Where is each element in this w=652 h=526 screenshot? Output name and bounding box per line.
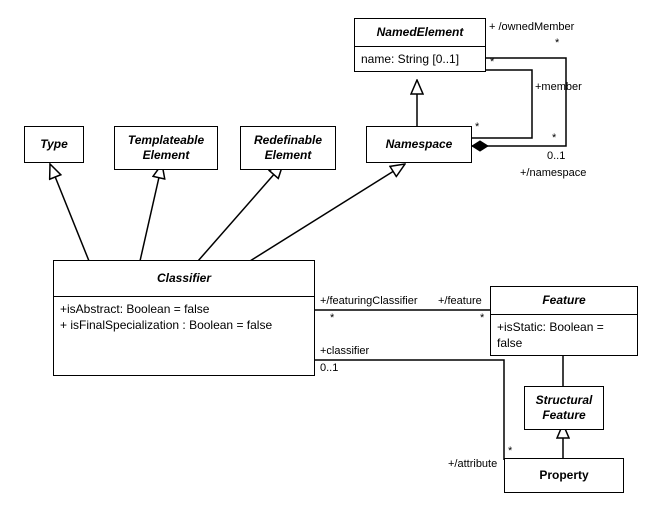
lbl-classifier: +classifier — [320, 346, 369, 357]
lbl-ownedMember-m2: * — [552, 133, 556, 144]
named-element-title: NamedElement — [355, 19, 485, 46]
redefinable-title: Redefinable Element — [241, 127, 335, 169]
named-element-attrs: name: String [0..1] — [355, 46, 485, 71]
class-namespace: Namespace — [366, 126, 472, 163]
templateable-title: Templateable Element — [115, 127, 217, 169]
class-redefinable-element: Redefinable Element — [240, 126, 336, 170]
property-title: Property — [505, 459, 623, 492]
lbl-featuringClassifier: +/featuringClassifier — [320, 296, 418, 307]
structural-title: Structural Feature — [525, 387, 603, 429]
lbl-feature-m: * — [480, 313, 484, 324]
class-type: Type — [24, 126, 84, 163]
lbl-attribute: +/attribute — [448, 459, 497, 470]
feature-attrs: +isStatic: Boolean = false — [491, 314, 637, 355]
lbl-attribute-m: * — [508, 446, 512, 457]
class-property: Property — [504, 458, 624, 493]
lbl-member-m2: * — [475, 122, 479, 133]
feature-title: Feature — [491, 287, 637, 314]
lbl-classifier-m: 0..1 — [320, 363, 338, 374]
lbl-member-m: * — [490, 57, 494, 68]
classifier-attr-1: +isAbstract: Boolean = false — [60, 301, 308, 317]
lbl-namespace-end-m: 0..1 — [547, 151, 565, 162]
classifier-title: Classifier — [54, 261, 314, 296]
classifier-attr-2: + isFinalSpecialization : Boolean = fals… — [60, 317, 308, 333]
lbl-member: +member — [535, 82, 582, 93]
type-title: Type — [25, 127, 83, 162]
lbl-ownedMember: + /ownedMember — [489, 22, 574, 33]
class-feature: Feature +isStatic: Boolean = false — [490, 286, 638, 356]
class-templateable-element: Templateable Element — [114, 126, 218, 170]
class-structural-feature: Structural Feature — [524, 386, 604, 430]
class-classifier: Classifier +isAbstract: Boolean = false … — [53, 260, 315, 376]
classifier-attrs: +isAbstract: Boolean = false + isFinalSp… — [54, 296, 314, 375]
lbl-namespace-end: +/namespace — [520, 168, 586, 179]
namespace-title: Namespace — [367, 127, 471, 162]
lbl-ownedMember-m: * — [555, 38, 559, 49]
lbl-feature: +/feature — [438, 296, 482, 307]
lbl-featuringClassifier-m: * — [330, 313, 334, 324]
class-named-element: NamedElement name: String [0..1] — [354, 18, 486, 72]
